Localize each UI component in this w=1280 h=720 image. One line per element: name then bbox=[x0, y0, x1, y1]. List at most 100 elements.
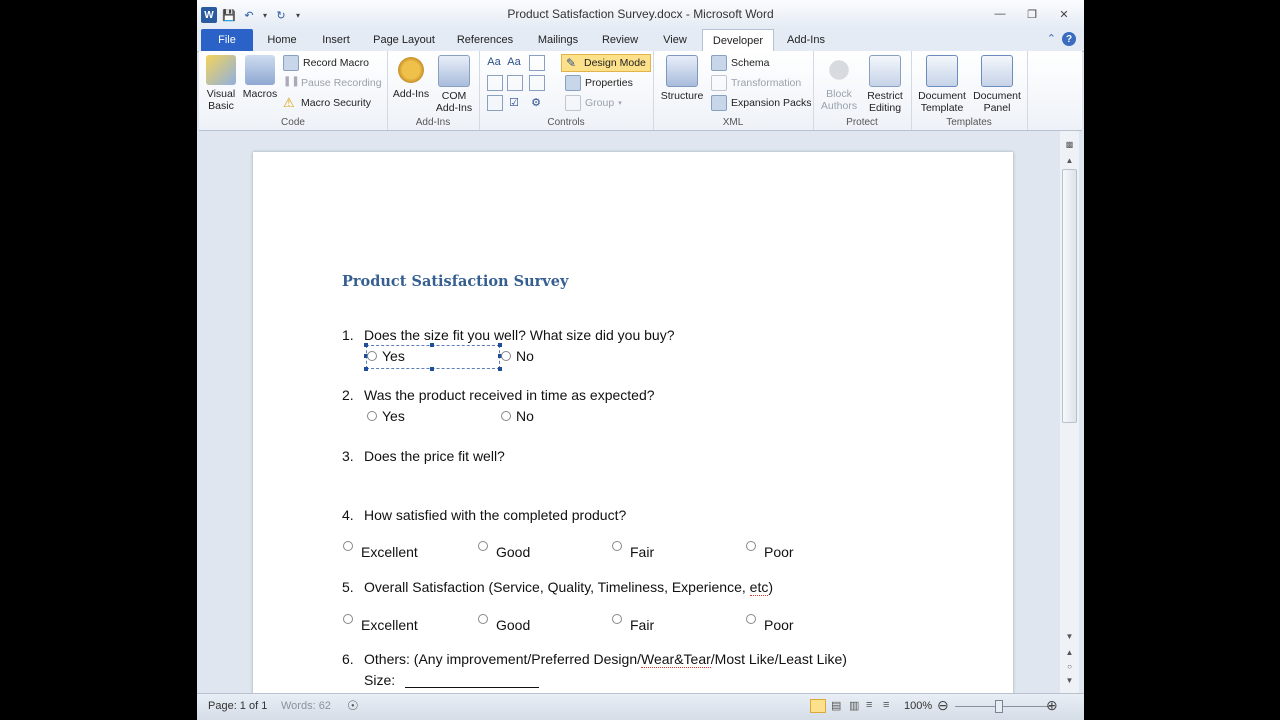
q5-option-fair[interactable]: Fair bbox=[612, 614, 654, 633]
document-panel-icon bbox=[981, 55, 1013, 87]
radio-button[interactable] bbox=[343, 541, 353, 551]
properties-button[interactable]: Properties bbox=[565, 75, 633, 91]
document-template-button[interactable]: Document Template bbox=[915, 55, 969, 114]
radio-button[interactable] bbox=[478, 541, 488, 551]
scroll-up-icon[interactable]: ▲ bbox=[1062, 155, 1077, 167]
group-button[interactable]: Group ▾ bbox=[565, 95, 622, 111]
close-icon[interactable]: ✕ bbox=[1052, 6, 1076, 22]
q4-option-fair[interactable]: Fair bbox=[612, 541, 654, 560]
group-label-xml: XML bbox=[722, 117, 744, 128]
q1-option-no[interactable]: No bbox=[501, 348, 534, 364]
q5-option-poor[interactable]: Poor bbox=[746, 614, 794, 633]
minimize-icon[interactable]: — bbox=[988, 6, 1012, 22]
macros-icon bbox=[245, 55, 275, 85]
print-layout-icon[interactable] bbox=[810, 699, 826, 713]
pause-recording-button[interactable]: ❚❚ Pause Recording bbox=[283, 75, 382, 91]
q5-option-excellent[interactable]: Excellent bbox=[343, 614, 418, 633]
full-screen-reading-icon[interactable]: ▤ bbox=[831, 699, 841, 712]
resize-handle[interactable] bbox=[430, 343, 434, 347]
zoom-slider-thumb[interactable] bbox=[995, 700, 1003, 713]
help-icon[interactable]: ? bbox=[1062, 32, 1076, 46]
proofing-icon[interactable]: ☉ bbox=[347, 698, 359, 714]
dropdown-list-icon[interactable] bbox=[529, 75, 545, 91]
page-count[interactable]: Page: 1 of 1 bbox=[208, 700, 267, 712]
next-page-icon[interactable]: ▼ bbox=[1062, 675, 1077, 687]
com-add-ins-button[interactable]: COM Add-Ins bbox=[433, 55, 475, 114]
q1-option-yes[interactable]: Yes bbox=[367, 348, 405, 364]
zoom-level[interactable]: 100% bbox=[904, 700, 932, 712]
resize-handle[interactable] bbox=[498, 343, 502, 347]
expansion-packs-button[interactable]: Expansion Packs bbox=[711, 95, 812, 111]
zoom-out-icon[interactable]: ⊖ bbox=[937, 697, 949, 714]
minimize-ribbon-icon[interactable]: ⌃ bbox=[1047, 32, 1056, 46]
transformation-button[interactable]: Transformation bbox=[711, 75, 801, 91]
radio-button[interactable] bbox=[367, 411, 377, 421]
radio-button[interactable] bbox=[501, 411, 511, 421]
scrollbar-thumb[interactable] bbox=[1062, 169, 1077, 423]
scroll-down-icon[interactable]: ▼ bbox=[1062, 631, 1077, 643]
restrict-editing-button[interactable]: Restrict Editing bbox=[863, 55, 907, 114]
date-picker-icon[interactable] bbox=[487, 95, 503, 111]
zoom-slider[interactable] bbox=[955, 706, 1051, 707]
previous-page-icon[interactable]: ▲ bbox=[1062, 647, 1077, 659]
add-ins-button[interactable]: Add-Ins bbox=[391, 55, 431, 100]
tab-view[interactable]: View bbox=[653, 29, 697, 51]
resize-handle[interactable] bbox=[430, 367, 434, 371]
schema-button[interactable]: Schema bbox=[711, 55, 770, 71]
q4-option-excellent[interactable]: Excellent bbox=[343, 541, 418, 560]
web-layout-icon[interactable]: ▥ bbox=[849, 699, 859, 712]
structure-button[interactable]: Structure bbox=[657, 55, 707, 102]
size-blank-line[interactable] bbox=[405, 673, 540, 688]
q4-option-good[interactable]: Good bbox=[478, 541, 530, 560]
rich-text-control-icon[interactable]: Aa bbox=[487, 55, 501, 69]
radio-button[interactable] bbox=[478, 614, 488, 624]
plain-text-control-icon[interactable]: Aa bbox=[507, 55, 521, 69]
word-count[interactable]: Words: 62 bbox=[281, 700, 331, 712]
window-title: Product Satisfaction Survey.docx - Micro… bbox=[507, 7, 774, 21]
q4-option-poor[interactable]: Poor bbox=[746, 541, 794, 560]
checkbox-control-icon[interactable]: ☑ bbox=[507, 95, 521, 109]
radio-button[interactable] bbox=[746, 541, 756, 551]
macro-security-button[interactable]: ⚠ Macro Security bbox=[283, 95, 371, 111]
draft-icon[interactable]: ≡ bbox=[883, 699, 889, 711]
resize-handle[interactable] bbox=[498, 367, 502, 371]
building-block-icon[interactable] bbox=[487, 75, 503, 91]
resize-handle[interactable] bbox=[364, 367, 368, 371]
design-mode-button[interactable]: ✎ Design Mode bbox=[561, 54, 651, 72]
record-macro-button[interactable]: Record Macro bbox=[283, 55, 369, 71]
radio-button[interactable] bbox=[746, 614, 756, 624]
tab-review[interactable]: Review bbox=[593, 29, 647, 51]
outline-icon[interactable]: ≡ bbox=[866, 699, 872, 711]
visual-basic-button[interactable]: Visual Basic bbox=[203, 55, 239, 112]
radio-button[interactable] bbox=[501, 351, 511, 361]
tab-developer[interactable]: Developer bbox=[702, 29, 774, 52]
q2-option-yes[interactable]: Yes bbox=[367, 408, 405, 424]
block-authors-button[interactable]: Block Authors bbox=[817, 55, 861, 112]
document-page[interactable]: Product Satisfaction Survey 1. Does the s… bbox=[253, 152, 1013, 693]
tab-references[interactable]: References bbox=[447, 29, 523, 51]
tab-mailings[interactable]: Mailings bbox=[529, 29, 587, 51]
q2-option-no[interactable]: No bbox=[501, 408, 534, 424]
macros-button[interactable]: Macros bbox=[241, 55, 279, 100]
document-panel-button[interactable]: Document Panel bbox=[971, 55, 1023, 114]
tab-file[interactable]: File bbox=[201, 29, 253, 51]
tab-insert[interactable]: Insert bbox=[311, 29, 361, 51]
picture-control-icon[interactable] bbox=[529, 55, 545, 71]
legacy-tools-icon[interactable]: ⚙ bbox=[529, 95, 543, 109]
vertical-scrollbar[interactable]: ▩ ▲ ▼ ▲ ○ ▼ bbox=[1060, 131, 1079, 693]
q5-option-good[interactable]: Good bbox=[478, 614, 530, 633]
transformation-icon bbox=[711, 75, 727, 91]
radio-button[interactable] bbox=[612, 614, 622, 624]
resize-handle[interactable] bbox=[364, 343, 368, 347]
radio-button[interactable] bbox=[343, 614, 353, 624]
maximize-icon[interactable]: ❐ bbox=[1020, 6, 1044, 22]
browse-object-icon[interactable]: ○ bbox=[1062, 661, 1077, 673]
radio-button[interactable] bbox=[612, 541, 622, 551]
tab-home[interactable]: Home bbox=[259, 29, 305, 51]
ruler-toggle-icon[interactable]: ▩ bbox=[1062, 139, 1077, 151]
combo-box-icon[interactable] bbox=[507, 75, 523, 91]
tab-page-layout[interactable]: Page Layout bbox=[367, 29, 441, 51]
radio-button[interactable] bbox=[367, 351, 377, 361]
tab-add-ins[interactable]: Add-Ins bbox=[779, 29, 833, 51]
zoom-in-icon[interactable]: ⊕ bbox=[1046, 697, 1058, 714]
